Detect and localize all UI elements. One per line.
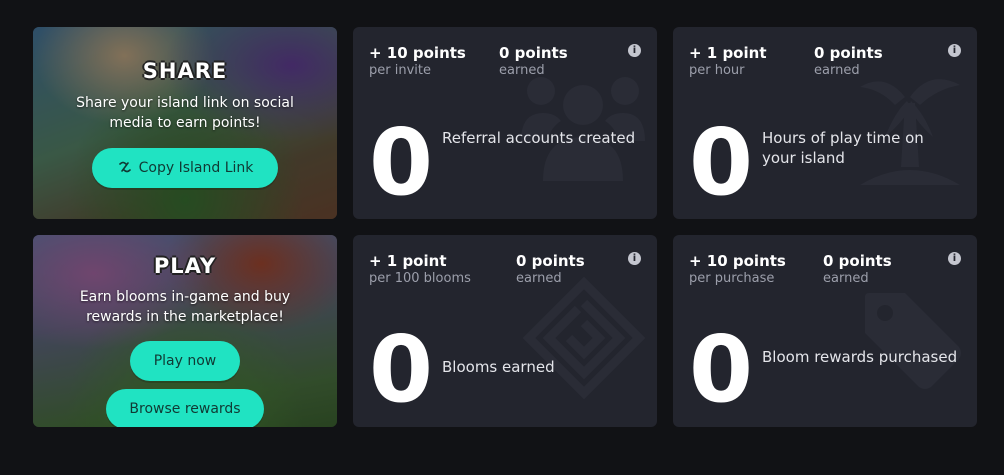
earned-value: 0 points [516,252,585,270]
earned-value: 0 points [499,44,568,62]
copy-island-link-label: Copy Island Link [138,160,254,176]
earned-label: earned [823,271,869,286]
earned-block: 0 points earned [516,252,585,288]
rate-value: + 10 points [689,252,786,270]
browse-rewards-button[interactable]: Browse rewards [106,389,264,427]
referral-label: Referral accounts created [442,129,636,147]
rate-block: + 10 points per invite [369,44,466,80]
play-now-button[interactable]: Play now [130,341,240,381]
earned-value: 0 points [823,252,892,270]
share-description: Share your island link on social media t… [76,95,294,131]
purchases-label: Bloom rewards purchased [762,348,958,366]
play-promo-card: PLAY Earn blooms in-game and buy rewards… [33,235,337,427]
copy-island-link-button[interactable]: Copy Island Link [92,148,278,188]
blooms-stat-card: + 1 point per 100 blooms 0 points earned… [353,235,657,427]
rate-value: + 10 points [369,44,466,62]
info-icon[interactable]: i [948,252,961,265]
info-icon[interactable]: i [948,44,961,57]
rate-block: + 10 points per purchase [689,252,786,288]
link-icon [117,151,133,173]
playtime-label: Hours of play time on your island [762,129,924,167]
rate-unit: per invite [369,63,431,78]
purchases-count: 0 [689,316,754,423]
info-icon[interactable]: i [628,252,641,265]
spiral-diamond-icon [523,277,645,399]
rate-block: + 1 point per 100 blooms [369,252,471,288]
earned-value: 0 points [814,44,883,62]
purchases-stat-card: + 10 points per purchase 0 points earned… [673,235,977,427]
info-icon[interactable]: i [628,44,641,57]
playtime-count: 0 [689,109,754,216]
price-tag-icon [865,293,961,389]
play-description: Earn blooms in-game and buy rewards in t… [79,289,291,325]
rate-value: + 1 point [369,252,447,270]
share-promo-card: SHARE Share your island link on social m… [33,27,337,219]
earned-label: earned [499,63,545,78]
earned-block: 0 points earned [814,44,883,80]
rate-unit: per purchase [689,271,775,286]
referral-stat-card: + 10 points per invite 0 points earned i… [353,27,657,219]
rate-unit: per 100 blooms [369,271,471,286]
share-title: SHARE [142,59,228,83]
referral-count: 0 [369,109,434,216]
earned-label: earned [516,271,562,286]
rate-value: + 1 point [689,44,767,62]
rate-block: + 1 point per hour [689,44,766,80]
earned-block: 0 points earned [823,252,892,288]
blooms-count: 0 [369,316,434,423]
blooms-label: Blooms earned [442,358,555,376]
earned-block: 0 points earned [499,44,568,80]
earned-label: earned [814,63,860,78]
users-icon [521,77,645,181]
rate-unit: per hour [689,63,745,78]
playtime-stat-card: + 1 point per hour 0 points earned i 0 H… [673,27,977,219]
play-title: PLAY [153,254,217,278]
